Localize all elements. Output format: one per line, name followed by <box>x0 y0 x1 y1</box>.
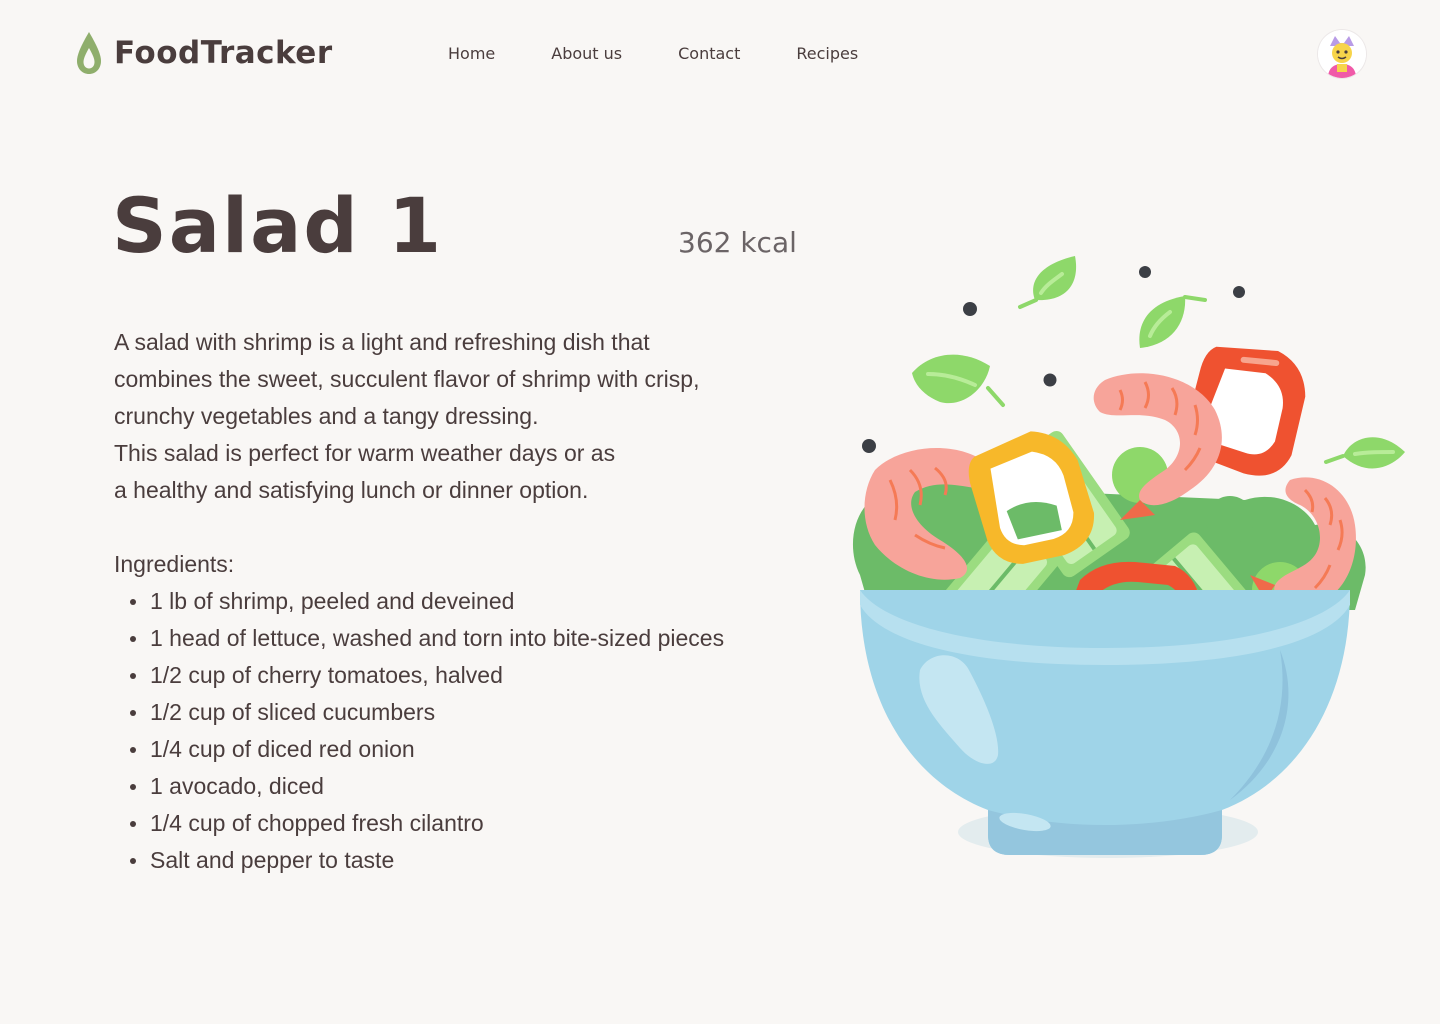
description-line: crunchy vegetables and a tangy dressing. <box>114 403 539 429</box>
user-avatar[interactable] <box>1318 30 1366 78</box>
ingredient-item: 1 lb of shrimp, peeled and deveined <box>114 583 724 620</box>
recipe-page: FoodTracker Home About us Contact Recipe… <box>0 0 1440 1024</box>
ingredients-list: 1 lb of shrimp, peeled and deveined 1 he… <box>114 583 724 879</box>
ingredient-item: 1/4 cup of diced red onion <box>114 731 724 768</box>
description-line: This salad is perfect for warm weather d… <box>114 440 616 466</box>
ingredient-item: 1 avocado, diced <box>114 768 724 805</box>
calorie-count: 362 kcal <box>678 226 797 259</box>
ingredient-item: 1/2 cup of sliced cucumbers <box>114 694 724 731</box>
ingredient-item: 1 head of lettuce, washed and torn into … <box>114 620 724 657</box>
nav-home[interactable]: Home <box>448 44 495 64</box>
drop-icon <box>77 32 101 74</box>
ingredient-item: 1/2 cup of cherry tomatoes, halved <box>114 657 724 694</box>
logo-link[interactable]: FoodTracker <box>76 30 333 76</box>
recipe-description: A salad with shrimp is a light and refre… <box>114 324 814 509</box>
logo-text: FoodTracker <box>114 35 333 71</box>
description-line: combines the sweet, succulent flavor of … <box>114 366 700 392</box>
user-avatar-icon <box>1318 30 1366 78</box>
nav-recipes[interactable]: Recipes <box>796 44 858 64</box>
salad-bowl-illustration <box>852 256 1405 858</box>
ingredient-item: 1/4 cup of chopped fresh cilantro <box>114 805 724 842</box>
ingredients-heading: Ingredients: <box>114 551 235 577</box>
recipe-title: Salad 1 <box>112 181 444 270</box>
description-line: A salad with shrimp is a light and refre… <box>114 329 650 355</box>
nav-contact[interactable]: Contact <box>678 44 740 64</box>
main-nav: Home About us Contact Recipes <box>448 44 914 64</box>
ingredient-item: Salt and pepper to taste <box>114 842 724 879</box>
nav-about-us[interactable]: About us <box>551 44 622 64</box>
description-line: a healthy and satisfying lunch or dinner… <box>114 477 589 503</box>
